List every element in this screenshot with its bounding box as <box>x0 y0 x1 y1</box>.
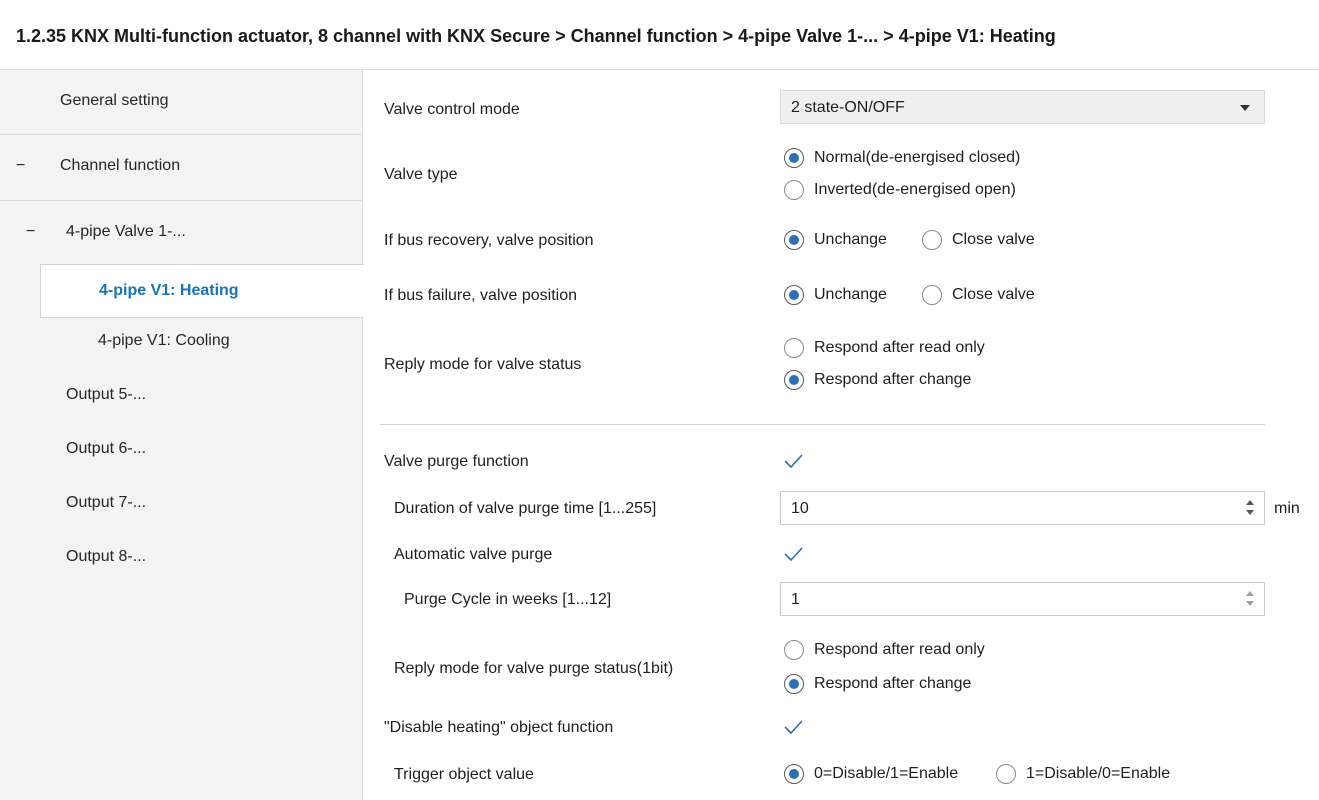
valve-purge-function-label: Valve purge function <box>384 453 529 470</box>
bus-recovery-label: If bus recovery, valve position <box>384 232 594 249</box>
bus-recovery-unchange-radio[interactable]: Unchange <box>784 230 887 250</box>
radio-unselected-icon <box>922 285 942 305</box>
spin-up-icon[interactable] <box>1246 591 1254 596</box>
sidebar-item-label: 4-pipe Valve 1-... <box>66 223 186 240</box>
radio-label: Normal(de-energised closed) <box>814 149 1021 166</box>
purge-duration-label: Duration of valve purge time [1...255] <box>394 500 657 517</box>
radio-label: Respond after read only <box>814 339 985 356</box>
radio-label: Unchange <box>814 231 887 248</box>
sidebar-item-label: 4-pipe V1: Cooling <box>98 332 230 349</box>
sidebar-item-heating[interactable]: 4-pipe V1: Heating <box>40 264 364 318</box>
radio-selected-icon <box>784 285 804 305</box>
checkmark-icon <box>784 454 803 469</box>
sidebar-item-label: General setting <box>60 92 169 109</box>
sidebar-item-general-setting[interactable]: General setting <box>0 70 363 134</box>
radio-label: Respond after change <box>814 371 972 388</box>
auto-purge-checkbox[interactable] <box>782 543 804 565</box>
checkmark-icon <box>784 720 803 735</box>
purge-reply-read-only-radio[interactable]: Respond after read only <box>784 640 985 660</box>
radio-selected-icon <box>784 674 804 694</box>
sidebar-item-4-pipe-valve[interactable]: − 4-pipe Valve 1-... <box>0 201 363 265</box>
valve-control-mode-label: Valve control mode <box>384 101 520 118</box>
unit-label: min <box>1274 500 1300 517</box>
valve-type-normal-radio[interactable]: Normal(de-energised closed) <box>784 148 1020 168</box>
radio-unselected-icon <box>784 180 804 200</box>
purge-cycle-label: Purge Cycle in weeks [1...12] <box>404 591 612 608</box>
bus-failure-label: If bus failure, valve position <box>384 287 577 304</box>
chevron-down-icon <box>1240 105 1250 111</box>
valve-type-inverted-radio[interactable]: Inverted(de-energised open) <box>784 180 1016 200</box>
radio-selected-icon <box>784 148 804 168</box>
purge-reply-after-change-radio[interactable]: Respond after change <box>784 674 971 694</box>
input-value: 1 <box>791 591 800 608</box>
bus-recovery-close-radio[interactable]: Close valve <box>922 230 1035 250</box>
radio-label: Respond after change <box>814 675 972 692</box>
bus-failure-close-radio[interactable]: Close valve <box>922 285 1035 305</box>
input-value: 10 <box>791 500 809 517</box>
sidebar-item-label: Output 7-... <box>66 494 147 511</box>
sidebar-item-channel-function[interactable]: − Channel function <box>0 135 363 199</box>
auto-purge-label: Automatic valve purge <box>394 546 553 563</box>
sidebar-item-label: 4-pipe V1: Heating <box>99 282 239 299</box>
sidebar-item-label: Output 6-... <box>66 440 147 457</box>
radio-unselected-icon <box>922 230 942 250</box>
radio-label: Close valve <box>952 286 1035 303</box>
breadcrumb: 1.2.35 KNX Multi-function actuator, 8 ch… <box>16 26 1056 46</box>
disable-heating-checkbox[interactable] <box>782 716 804 738</box>
collapse-icon[interactable]: − <box>26 223 35 241</box>
reply-mode-status-label: Reply mode for valve status <box>384 356 582 373</box>
valve-type-label: Valve type <box>384 166 458 183</box>
reply-mode-read-only-radio[interactable]: Respond after read only <box>784 338 985 358</box>
radio-label: Respond after read only <box>814 641 985 658</box>
section-divider <box>380 424 1265 425</box>
purge-duration-input[interactable]: 10 <box>780 491 1265 525</box>
radio-label: Unchange <box>814 286 887 303</box>
trigger-value-label: Trigger object value <box>394 766 534 783</box>
trigger-1-disable-radio[interactable]: 1=Disable/0=Enable <box>996 764 1170 784</box>
collapse-icon[interactable]: − <box>16 157 25 175</box>
radio-label: 0=Disable/1=Enable <box>814 765 959 782</box>
radio-selected-icon <box>784 370 804 390</box>
valve-control-mode-select[interactable]: 2 state-ON/OFF <box>780 90 1265 124</box>
radio-unselected-icon <box>996 764 1016 784</box>
spin-down-icon[interactable] <box>1246 601 1254 606</box>
spin-up-icon[interactable] <box>1246 500 1254 505</box>
spin-down-icon[interactable] <box>1246 510 1254 515</box>
radio-label: Close valve <box>952 231 1035 248</box>
sidebar: General setting − Channel function − 4-p… <box>0 70 364 800</box>
trigger-0-disable-radio[interactable]: 0=Disable/1=Enable <box>784 764 958 784</box>
disable-heating-label: "Disable heating" object function <box>384 719 614 736</box>
sidebar-item-output-8[interactable]: Output 8-... <box>0 534 363 598</box>
radio-unselected-icon <box>784 640 804 660</box>
radio-selected-icon <box>784 764 804 784</box>
radio-unselected-icon <box>784 338 804 358</box>
sidebar-item-label: Output 5-... <box>66 386 147 403</box>
sidebar-item-label: Channel function <box>60 157 181 174</box>
checkmark-icon <box>784 547 803 562</box>
reply-mode-purge-label: Reply mode for valve purge status(1bit) <box>394 660 674 677</box>
bus-failure-unchange-radio[interactable]: Unchange <box>784 285 887 305</box>
reply-mode-after-change-radio[interactable]: Respond after change <box>784 370 971 390</box>
purge-cycle-input[interactable]: 1 <box>780 582 1265 616</box>
parameter-panel: Valve control mode 2 state-ON/OFF Valve … <box>364 70 1319 800</box>
radio-label: Inverted(de-energised open) <box>814 181 1016 198</box>
sidebar-item-label: Output 8-... <box>66 548 147 565</box>
select-value: 2 state-ON/OFF <box>791 99 905 116</box>
valve-purge-function-checkbox[interactable] <box>782 450 804 472</box>
radio-selected-icon <box>784 230 804 250</box>
radio-label: 1=Disable/0=Enable <box>1026 765 1171 782</box>
title-bar: 1.2.35 KNX Multi-function actuator, 8 ch… <box>0 0 1319 70</box>
